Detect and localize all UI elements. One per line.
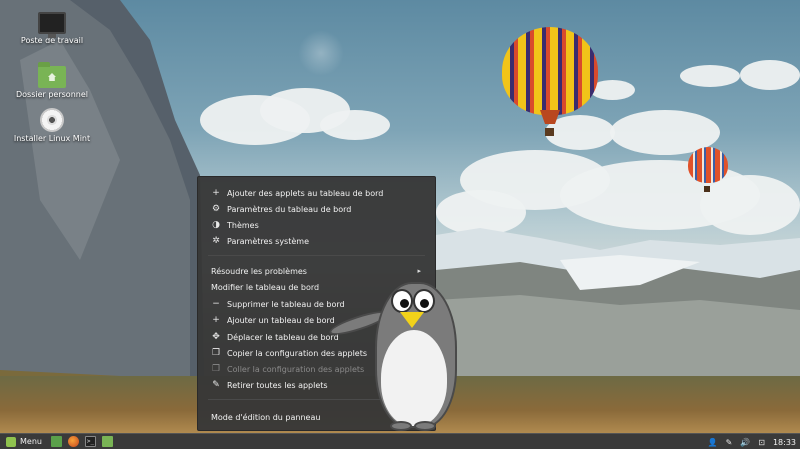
- broom-icon: ✎: [212, 380, 220, 390]
- penguin-foot-left: [390, 421, 412, 431]
- battery-icon[interactable]: ⊡: [758, 438, 765, 447]
- paste-icon: ❐: [211, 364, 221, 374]
- themes-icon: ◑: [212, 220, 220, 230]
- penguin-eye-left: [391, 289, 413, 313]
- menu-item-label: Copier la configuration des applets: [227, 348, 368, 358]
- menu-item-label: Ajouter des applets au tableau de bord: [227, 188, 384, 198]
- clock[interactable]: 18:33: [773, 438, 796, 447]
- menu-item-panel-settings[interactable]: ⚙ Paramètres du tableau de bord: [198, 201, 435, 217]
- hot-air-balloon-small: [688, 147, 728, 183]
- menu-separator: [208, 255, 425, 256]
- penguin-foot-right: [414, 421, 436, 431]
- menu-item-label: Paramètres système: [227, 236, 309, 246]
- submenu-arrow-icon: ▸: [417, 267, 421, 275]
- firefox-icon[interactable]: [67, 436, 79, 447]
- menu-item-label: Modifier le tableau de bord: [211, 282, 320, 292]
- menu-item-themes[interactable]: ◑ Thèmes: [198, 217, 435, 233]
- menu-item-troubleshoot[interactable]: Résoudre les problèmes ▸: [198, 263, 435, 279]
- menu-item-label: Ajouter un tableau de bord: [227, 315, 335, 325]
- desktop-icon-label: Installer Linux Mint: [13, 134, 91, 143]
- menu-item-label: Thèmes: [227, 220, 259, 230]
- minus-icon: −: [212, 299, 220, 309]
- desktop-icon-home[interactable]: Dossier personnel: [12, 62, 92, 99]
- move-icon: ✥: [212, 332, 220, 342]
- plus-icon: +: [212, 188, 220, 198]
- plus-icon: +: [212, 315, 220, 325]
- hot-air-balloon-large: [502, 27, 598, 115]
- user-icon[interactable]: 👤: [708, 438, 718, 447]
- pen-icon[interactable]: ✎: [726, 438, 733, 447]
- system-settings-icon: ✲: [212, 236, 220, 246]
- menu-item-label: Retirer toutes les applets: [227, 380, 328, 390]
- menu-button[interactable]: Menu: [3, 435, 45, 449]
- menu-button-label: Menu: [20, 437, 42, 446]
- menu-item-label: Supprimer le tableau de bord: [227, 299, 345, 309]
- menu-item-system-settings[interactable]: ✲ Paramètres système: [198, 233, 435, 249]
- settings-icon: ⚙: [211, 204, 221, 214]
- desktop-icon-label: Dossier personnel: [15, 90, 88, 99]
- menu-item-label: Déplacer le tableau de bord: [227, 332, 339, 342]
- copy-icon: ❐: [211, 348, 221, 358]
- home-folder-icon: [38, 62, 66, 88]
- menu-item-label: Paramètres du tableau de bord: [227, 204, 352, 214]
- desktop-icon-installer[interactable]: Installer Linux Mint: [12, 108, 92, 143]
- taskbar: Menu >_ 👤 ✎ 🔊 ⊡ 18:33: [0, 433, 800, 449]
- penguin-eye-right: [413, 289, 435, 313]
- linux-mint-icon: [6, 436, 16, 447]
- menu-item-add-applets[interactable]: + Ajouter des applets au tableau de bord: [198, 185, 435, 201]
- disc-icon: [40, 108, 64, 132]
- computer-icon: [38, 12, 66, 38]
- menu-item-label: Résoudre les problèmes: [211, 266, 307, 276]
- desktop-icon-computer[interactable]: Poste de travail: [12, 12, 92, 45]
- system-tray: 👤 ✎ 🔊 ⊡ 18:33: [700, 434, 796, 450]
- show-desktop-icon[interactable]: [50, 436, 62, 447]
- balloon-basket: [704, 186, 710, 192]
- volume-icon[interactable]: 🔊: [740, 438, 750, 447]
- penguin-belly: [381, 330, 447, 426]
- terminal-icon[interactable]: >_: [84, 436, 96, 447]
- menu-item-label: Coller la configuration des applets: [227, 364, 365, 374]
- balloon-basket: [545, 128, 554, 136]
- menu-item-label: Mode d'édition du panneau: [211, 412, 321, 422]
- files-icon[interactable]: [101, 436, 113, 447]
